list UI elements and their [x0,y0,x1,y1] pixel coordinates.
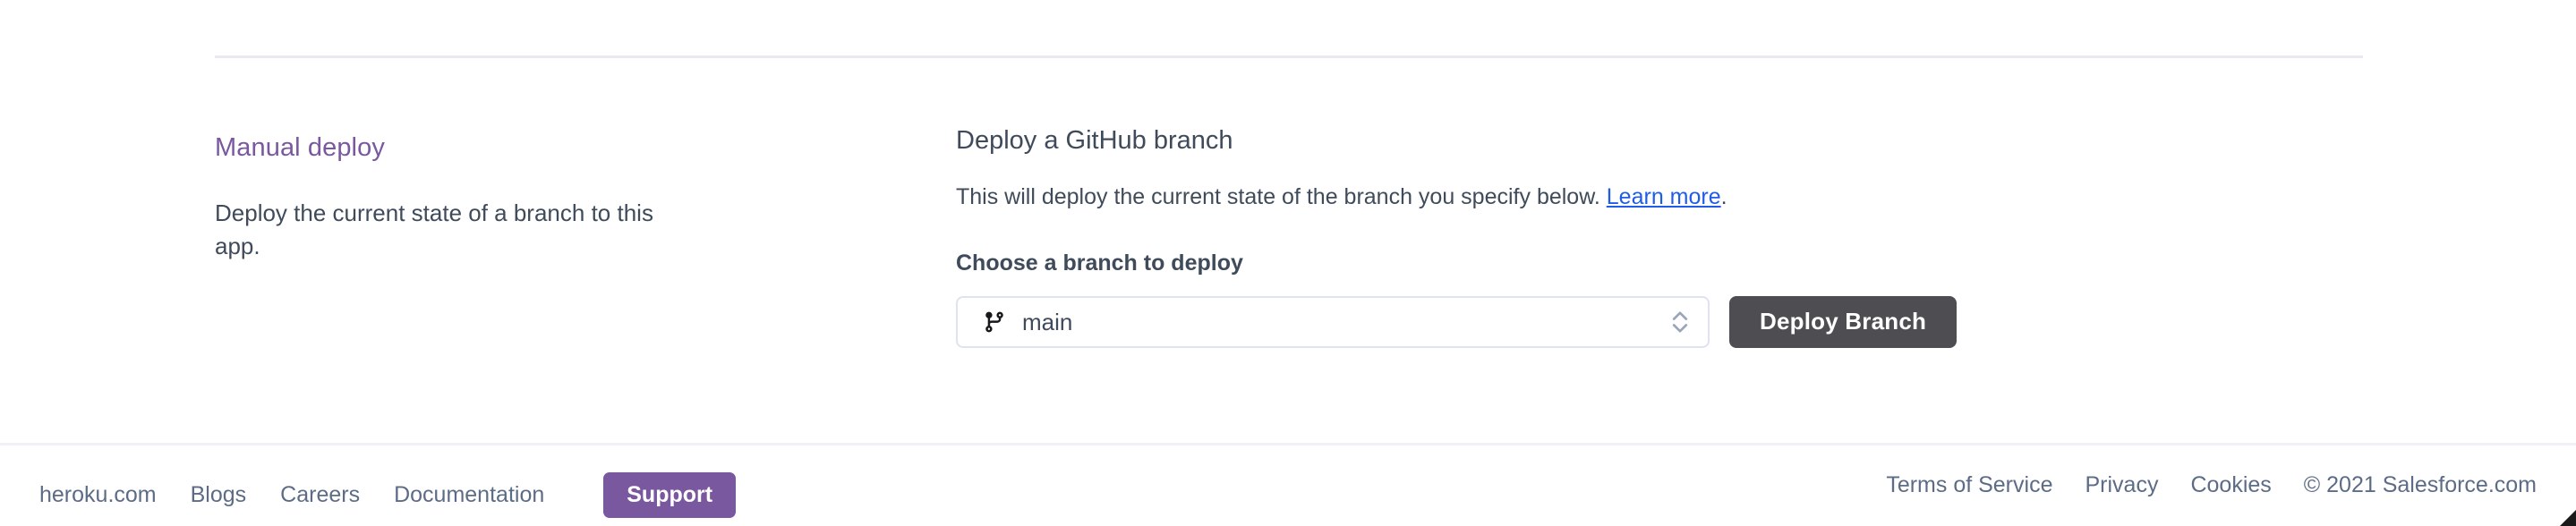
main-content: Manual deploy Deploy the current state o… [0,55,2576,443]
footer-right-links: Terms of Service Privacy Cookies © 2021 … [1886,474,2537,496]
deploy-description-text: This will deploy the current state of th… [956,183,1607,209]
branch-select-value: main [1022,308,1073,335]
branch-select[interactable]: main [956,295,1710,348]
footer-link-cookies[interactable]: Cookies [2190,474,2271,496]
footer: heroku.com Blogs Careers Documentation S… [0,443,2576,526]
footer-link-documentation[interactable]: Documentation [394,484,544,506]
git-branch-icon [985,311,1003,332]
manual-deploy-section: Manual deploy Deploy the current state o… [215,132,716,263]
manual-deploy-description: Deploy the current state of a branch to … [215,199,653,259]
deploy-branch-panel: Deploy a GitHub branch This will deploy … [956,125,2352,348]
learn-more-link[interactable]: Learn more [1607,184,1721,209]
footer-link-terms-of-service[interactable]: Terms of Service [1886,474,2052,496]
footer-left-links: heroku.com Blogs Careers Documentation S… [39,472,737,518]
page-title: Manual deploy [215,133,385,162]
footer-link-heroku[interactable]: heroku.com [39,484,157,506]
resize-handle-icon[interactable] [2553,503,2576,526]
footer-link-blogs[interactable]: Blogs [191,484,247,506]
footer-link-privacy[interactable]: Privacy [2085,474,2158,496]
deploy-description-period: . [1720,183,1727,209]
branch-deploy-row: main Deploy Branch [956,295,2352,348]
chevron-up-down-icon [1672,310,1688,333]
branch-select-label: Choose a branch to deploy [956,250,1243,276]
deploy-panel-description: This will deploy the current state of th… [956,182,2352,213]
footer-link-careers[interactable]: Careers [280,484,360,506]
deploy-branch-button[interactable]: Deploy Branch [1729,295,1958,348]
deploy-panel-title: Deploy a GitHub branch [956,126,1233,155]
support-button[interactable]: Support [603,472,737,518]
footer-copyright: © 2021 Salesforce.com [2303,472,2537,497]
